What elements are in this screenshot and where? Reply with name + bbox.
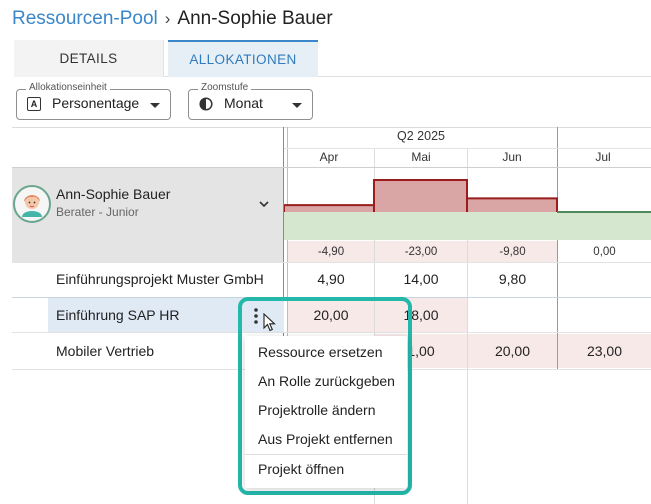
header-divider xyxy=(284,148,651,149)
chevron-down-icon[interactable] xyxy=(258,198,270,210)
menu-divider xyxy=(245,454,407,455)
resource-name: Ann-Sophie Bauer xyxy=(56,186,171,202)
menu-item-remove-from-project[interactable]: Aus Projekt entfernen xyxy=(258,431,393,447)
menu-item-open-project[interactable]: Projekt öffnen xyxy=(258,461,344,477)
mouse-cursor-icon xyxy=(263,313,276,332)
allocation-unit-label: Allokationseinheit xyxy=(26,82,110,94)
breadcrumb-parent-link[interactable]: Ressourcen-Pool xyxy=(12,8,158,30)
resource-row[interactable] xyxy=(12,168,283,262)
balance-cell: 0,00 xyxy=(558,241,651,262)
project-name[interactable]: Einführung SAP HR xyxy=(56,307,179,323)
menu-item-return-to-role[interactable]: An Rolle zurückgeben xyxy=(258,373,395,389)
allocation-cell[interactable]: 14,00 xyxy=(375,262,467,296)
context-menu: Ressource ersetzen An Rolle zurückgeben … xyxy=(245,336,407,488)
menu-item-replace-resource[interactable]: Ressource ersetzen xyxy=(258,344,383,360)
month-label: Apr xyxy=(319,150,339,164)
over-capacity-bar xyxy=(467,198,557,212)
zoom-level-select[interactable]: Zoomstufe Monat xyxy=(188,82,313,120)
month-label: Jul xyxy=(595,150,611,164)
breadcrumb: Ressourcen-Pool › Ann-Sophie Bauer xyxy=(12,6,333,32)
dropdown-caret-icon xyxy=(150,103,160,108)
over-capacity-bar xyxy=(284,205,374,212)
month-label: Jun xyxy=(502,150,522,164)
allocation-unit-select[interactable]: Allokationseinheit A Personentage xyxy=(16,82,171,120)
tab-bar: DETAILS ALLOKATIONEN xyxy=(14,40,651,77)
half-moon-icon xyxy=(199,97,213,111)
allocation-cell[interactable]: 4,90 xyxy=(288,262,374,296)
allocation-unit-value: Personentage xyxy=(52,95,140,111)
resource-role: Berater - Junior xyxy=(56,205,139,219)
balance-cell: -23,00 xyxy=(375,241,467,262)
project-name[interactable]: Einführungsprojekt Muster GmbH xyxy=(56,271,264,287)
allocation-cell[interactable]: 9,80 xyxy=(468,262,557,296)
dropdown-caret-icon xyxy=(292,103,302,108)
tab-details[interactable]: DETAILS xyxy=(14,40,164,77)
balance-cell: -9,80 xyxy=(468,241,557,262)
breadcrumb-separator: › xyxy=(164,9,171,28)
zoom-level-value: Monat xyxy=(224,95,263,111)
balance-cell: -4,90 xyxy=(288,241,374,262)
grid-top-border xyxy=(12,127,651,128)
zoom-level-label: Zoomstufe xyxy=(198,82,252,94)
project-name[interactable]: Mobiler Vertrieb xyxy=(56,343,154,359)
over-capacity-bar xyxy=(374,180,467,212)
allocation-cell[interactable]: 23,00 xyxy=(558,334,651,368)
quarter-label: Q2 2025 xyxy=(397,129,445,143)
page-title: Ann-Sophie Bauer xyxy=(177,8,333,29)
avatar xyxy=(13,185,51,223)
menu-item-change-project-role[interactable]: Projektrolle ändern xyxy=(258,402,376,418)
capacity-band xyxy=(284,212,651,240)
month-label: Mai xyxy=(411,150,431,164)
capacity-chart xyxy=(284,179,651,240)
allocation-cell[interactable]: 20,00 xyxy=(468,334,557,368)
tab-allokationen[interactable]: ALLOKATIONEN xyxy=(168,40,318,77)
calendar-a-icon: A xyxy=(27,97,41,111)
